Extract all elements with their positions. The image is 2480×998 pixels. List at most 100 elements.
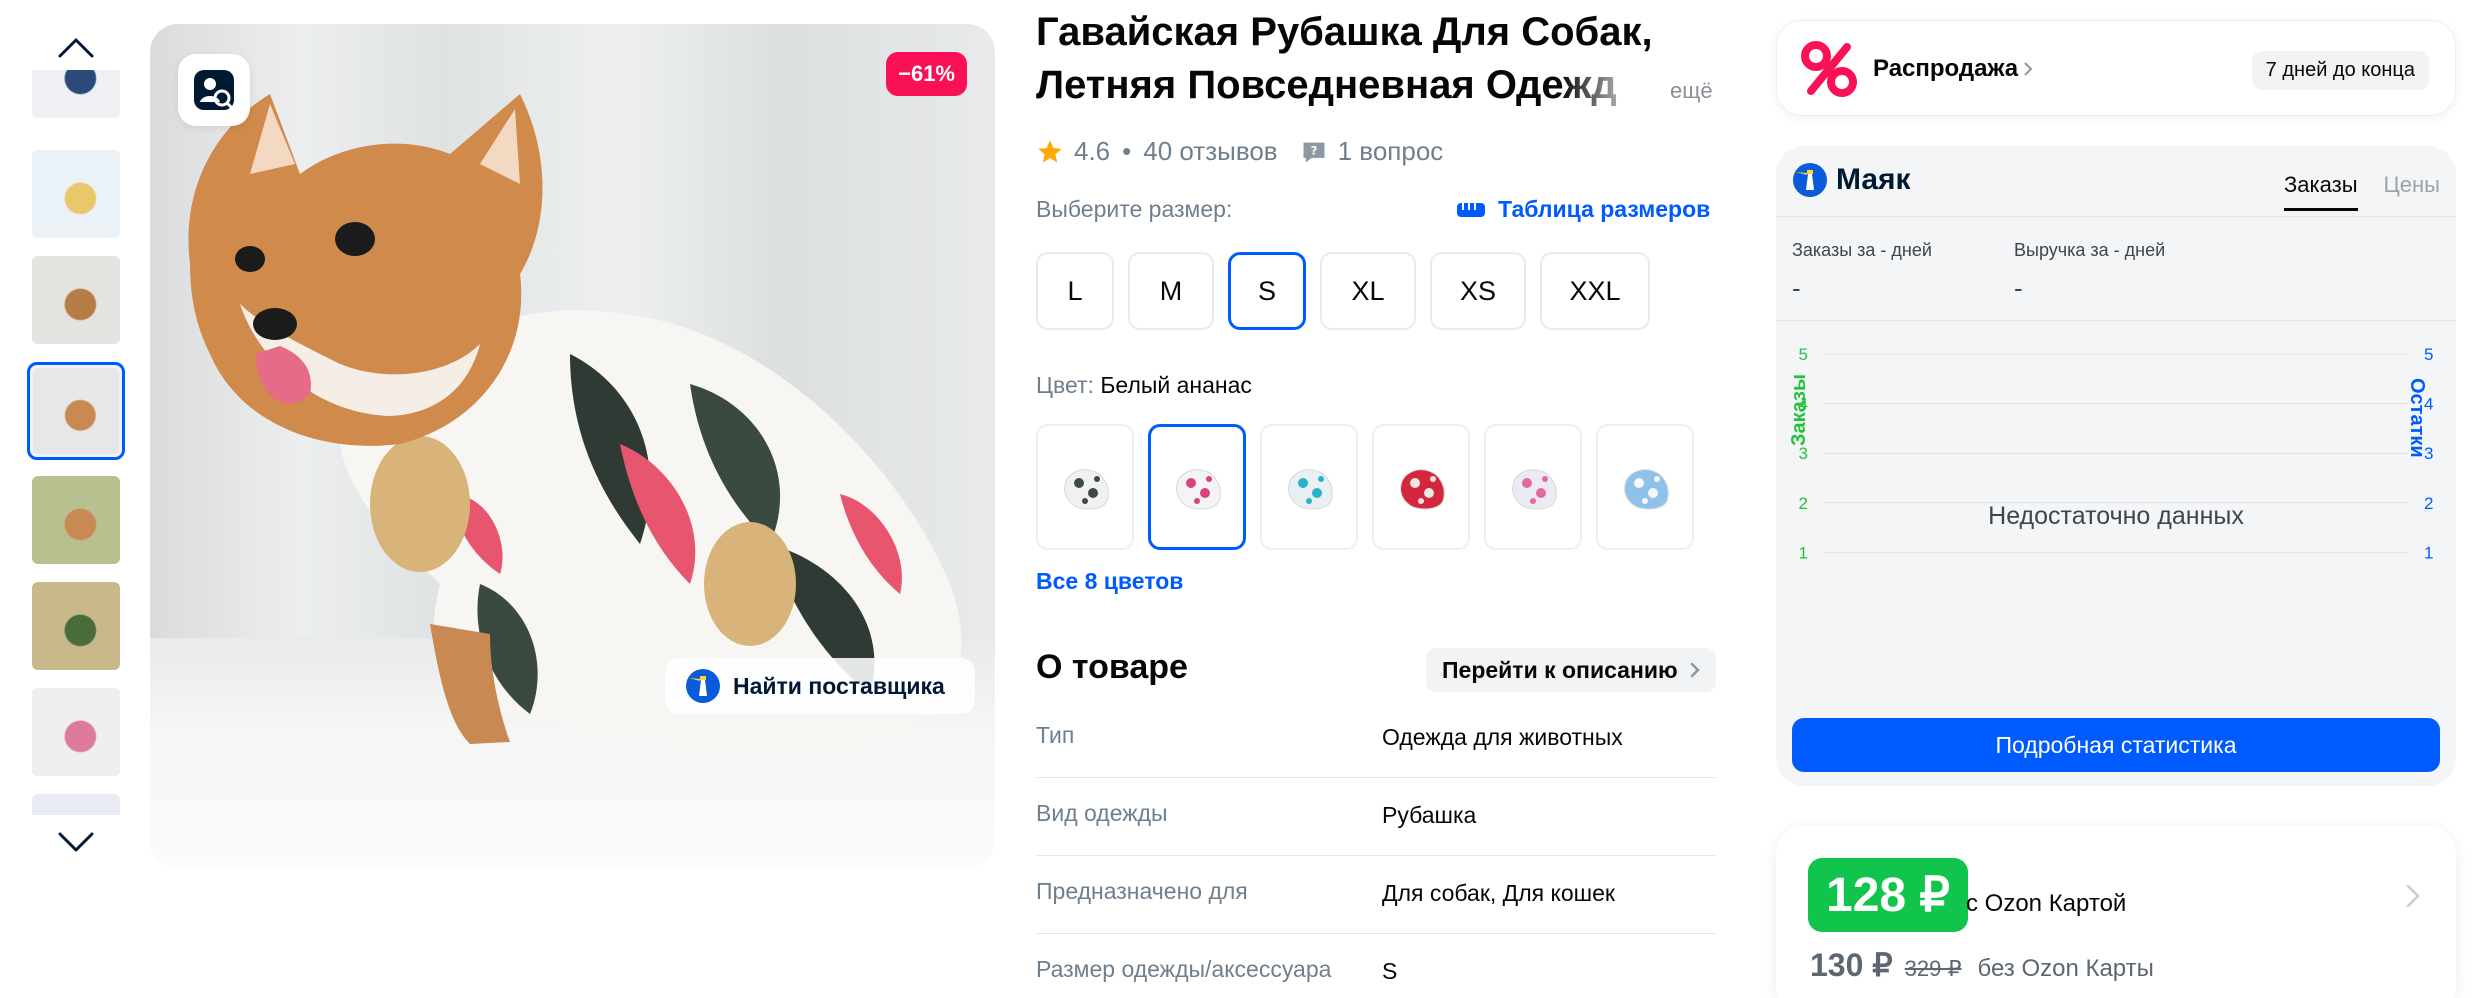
shirt-thumbnail-icon [1176,469,1221,510]
spec-row: Предназначено для Для собак, Для кошек [1036,856,1716,934]
mayak-lighthouse-icon [686,669,720,703]
sale-label-text: Распродажа [1873,55,2019,82]
star-icon [1038,139,1062,162]
reviews-link[interactable]: 40 отзывов [1143,136,1277,167]
about-product-heading: О товаре [1036,648,1188,686]
size-selector: L M S XL XS XXL [1036,252,1650,330]
revenue-metric-label: Выручка за - дней [2014,240,2166,260]
color-label: Цвет: Белый ананас [1036,372,1252,399]
dog-illustration [188,94,962,753]
questions-link[interactable]: ? 1 вопрос [1300,136,1444,167]
color-swatch[interactable] [1596,424,1694,550]
lighthouse-icon [1793,163,1827,197]
discount-badge: −61% [886,52,967,96]
price-card[interactable]: 128 ₽ с Ozon Картой 130 ₽ 329 ₽ без Ozon… [1776,826,2456,998]
spec-value: Для собак, Для кошек [1382,880,1615,906]
thumb-shirt-white[interactable] [32,70,120,118]
thumbnail-image [32,688,120,776]
size-option-s[interactable]: S [1228,252,1306,330]
thumbnail-image [32,70,120,118]
thumbnail-list [24,70,128,815]
product-title-line1: Гавайская Рубашка Для Собак, [1036,10,1653,54]
spec-row: Тип Одежда для животных [1036,700,1716,778]
question-bubble-icon: ? [1303,142,1325,162]
main-product-photo[interactable]: −61% Найти поставщика [150,24,995,868]
old-price: 329 ₽ [1904,956,1962,981]
rating-value: 4.6 [1074,136,1111,166]
thumbnail-image [33,368,119,454]
regular-price: 130 ₽ [1810,947,1893,983]
chart-right-tick-label: 1 [2424,543,2433,562]
chevron-right-icon [1690,662,1700,678]
find-supplier-button[interactable]: Найти поставщика [665,658,975,714]
spec-key: Вид одежды [1036,800,1168,826]
regular-price-label: без Ozon Карты [1977,955,2154,982]
mayak-divider-2 [1776,320,2456,321]
thumbnail-image [32,794,120,815]
thumbnail-rail [24,20,128,860]
thumb-size-chart[interactable] [32,150,120,238]
title-more-link[interactable]: ещё [1670,78,1713,104]
size-label: Выберите размер: [1036,196,1233,222]
thumbnail-image [32,476,120,564]
thumb-dog-standing[interactable] [32,256,120,344]
thumb-dog-grass[interactable] [32,476,120,564]
spec-key: Размер одежды/аксессуара [1036,956,1332,982]
spec-value: Рубашка [1382,802,1477,828]
thumbnail-image [32,150,120,238]
rating-separator: • [1122,136,1132,166]
chevron-up-icon[interactable] [54,26,98,70]
thumbnail-image [32,256,120,344]
spec-row: Вид одежды Рубашка [1036,778,1716,856]
chart-right-axis-title: Остатки [2406,378,2428,458]
mayak-analytics-widget: Маяк Заказы Цены Заказы за - дней - Выруч… [1776,146,2456,786]
ozon-card-label: с Ozon Картой [1966,890,2127,917]
chevron-right-icon [2024,62,2033,76]
ruler-icon [1457,202,1485,217]
color-swatch[interactable] [1036,424,1134,550]
ozon-card-price: 128 ₽ [1808,858,1968,932]
thumb-dog-outdoor[interactable] [32,582,120,670]
chart-left-tick-label: 5 [1799,346,1808,364]
spec-row: Размер одежды/аксессуара S [1036,934,1716,998]
regular-price-row: 130 ₽ 329 ₽ без Ozon Карты [1810,946,2154,984]
mayak-tabs: Заказы Цены [2283,172,2440,211]
mayak-tab[interactable]: Цены [2384,172,2440,211]
size-option-xxl[interactable]: XXL [1540,252,1650,330]
photo-search-button[interactable] [178,54,250,126]
color-swatches [1036,424,1694,550]
shirt-thumbnail-icon [1064,469,1109,510]
orders-metric-value: - [1792,273,1801,303]
mayak-header: Маяк [1792,162,1911,198]
color-swatch[interactable] [1372,424,1470,550]
mayak-tab[interactable]: Заказы [2283,172,2358,211]
sale-banner[interactable]: Распродажа 7 дней до конца [1776,20,2456,116]
mayak-brand: Маяк [1836,163,1911,196]
title-fade [1560,60,1670,110]
thumb-shirt-blue[interactable] [32,794,120,815]
color-swatch[interactable] [1148,424,1246,550]
thumb-dog-sitting[interactable] [27,362,125,460]
shirt-thumbnail-icon [1512,469,1557,510]
color-value: Белый ананас [1100,372,1252,398]
size-option-xl[interactable]: XL [1320,252,1416,330]
svg-text:?: ? [1310,143,1317,157]
thumb-dog-white-bg[interactable] [32,688,120,776]
color-swatch[interactable] [1484,424,1582,550]
chevron-right-icon[interactable] [2406,884,2420,908]
detailed-stats-button[interactable]: Подробная статистика [1792,718,2440,772]
chart-left-tick-label: 3 [1799,444,1808,463]
goto-description-button[interactable]: Перейти к описанию [1426,648,1716,692]
sale-label[interactable]: Распродажа [1873,55,2033,83]
orders-metric: Заказы за - дней - [1792,240,1932,304]
chevron-down-icon[interactable] [54,820,98,864]
all-colors-link[interactable]: Все 8 цветов [1036,568,1183,595]
size-option-l[interactable]: L [1036,252,1114,330]
size-table-link[interactable]: Таблица размеров [1456,196,1710,223]
color-swatch[interactable] [1260,424,1358,550]
percent-icon [1801,41,1857,97]
size-option-xs[interactable]: XS [1430,252,1526,330]
size-option-m[interactable]: M [1128,252,1214,330]
questions-label: 1 вопрос [1337,136,1444,166]
spec-value: S [1382,958,1398,984]
